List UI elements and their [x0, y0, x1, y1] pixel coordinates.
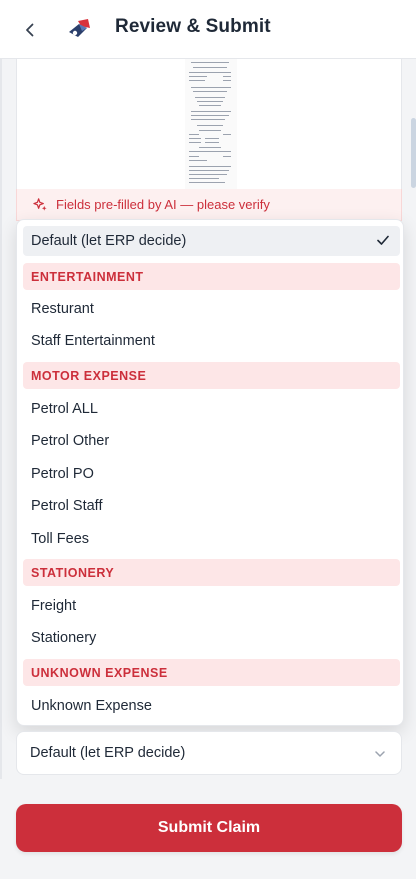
chevron-down-icon: [375, 751, 385, 757]
group-header: STATIONERY: [23, 559, 400, 586]
check-icon: [377, 235, 389, 245]
group-header: ENTERTAINMENT: [23, 263, 400, 290]
option-default[interactable]: Default (let ERP decide): [23, 226, 400, 256]
chevron-left-icon: [26, 23, 34, 37]
receipt-preview[interactable]: [16, 59, 402, 189]
option-item[interactable]: Toll Fees: [23, 524, 400, 554]
option-item[interactable]: Resturant: [23, 294, 400, 324]
back-button[interactable]: [14, 14, 46, 46]
left-edge-divider: [0, 59, 2, 779]
option-item[interactable]: Petrol PO: [23, 459, 400, 489]
ai-prefill-banner: Fields pre-filled by AI — please verify: [16, 189, 402, 221]
submit-claim-button[interactable]: Submit Claim: [16, 804, 402, 852]
option-item[interactable]: Staff Entertainment: [23, 326, 400, 356]
group-header: UNKNOWN EXPENSE: [23, 659, 400, 686]
expense-category-select[interactable]: Default (let ERP decide): [16, 731, 402, 775]
app-logo-icon: [69, 19, 90, 37]
option-item[interactable]: Petrol Other: [23, 426, 400, 456]
expense-category-dropdown: Default (let ERP decide) ENTERTAINMENT R…: [16, 219, 404, 726]
group-header: MOTOR EXPENSE: [23, 362, 400, 389]
option-item[interactable]: Petrol Staff: [23, 491, 400, 521]
receipt-image: [185, 59, 237, 189]
select-value: Default (let ERP decide): [30, 745, 186, 761]
option-item[interactable]: Freight: [23, 591, 400, 621]
option-item[interactable]: Unknown Expense: [23, 691, 400, 721]
option-item[interactable]: Stationery: [23, 623, 400, 653]
option-label: Default (let ERP decide): [31, 233, 187, 249]
ai-banner-text: Fields pre-filled by AI — please verify: [56, 197, 270, 212]
review-submit-screen: Review & Submit Fields pre-filled by AI …: [0, 0, 416, 879]
top-app-bar: Review & Submit: [0, 0, 416, 59]
page-title: Review & Submit: [115, 16, 271, 37]
scrollbar[interactable]: [411, 118, 416, 188]
option-item[interactable]: Petrol ALL: [23, 394, 400, 424]
sparkles-icon: [33, 198, 47, 211]
